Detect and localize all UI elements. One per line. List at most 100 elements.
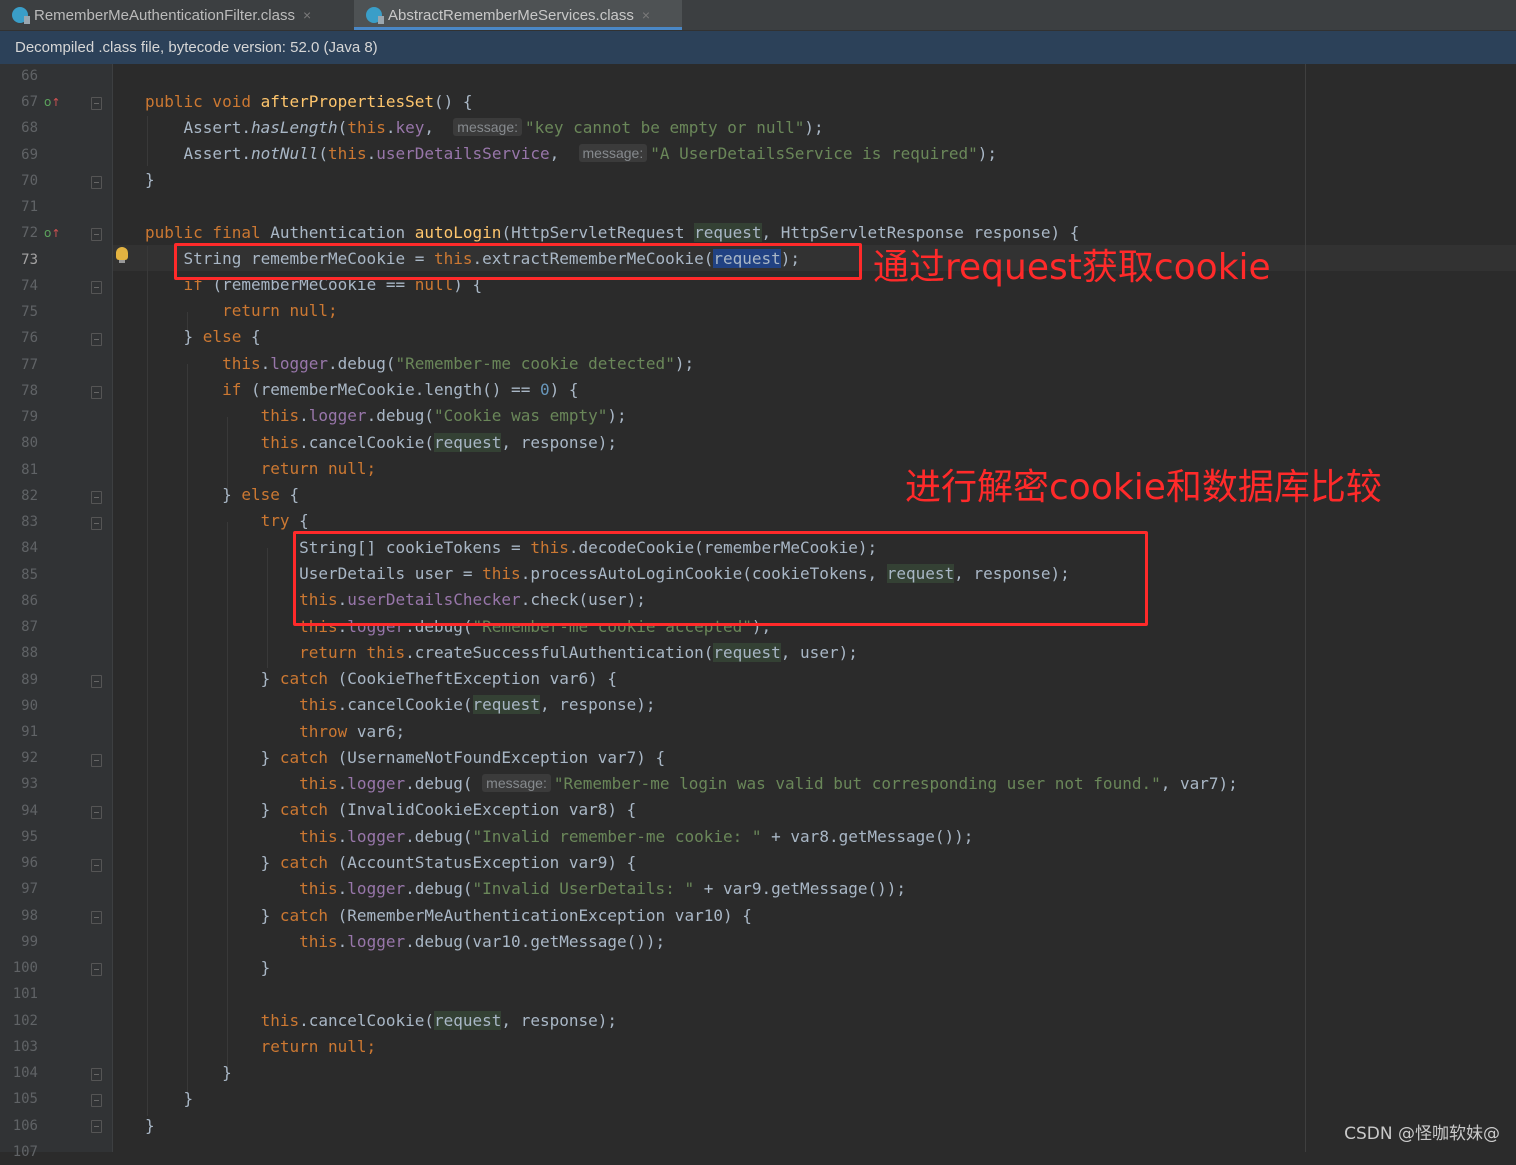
code-line: } catch (RememberMeAuthenticationExcepti… [145, 906, 752, 925]
line-number: 83 [21, 514, 38, 530]
code-line: } catch (CookieTheftException var6) { [145, 669, 618, 688]
line-number: 89 [21, 672, 38, 688]
line-number: 77 [21, 357, 38, 373]
line-number: 101 [12, 986, 38, 1002]
fold-marker-icon[interactable] [91, 675, 102, 688]
line-number: 76 [21, 330, 38, 346]
code-line: this.logger.debug( message: "Remember-me … [299, 774, 1238, 793]
tab-label: AbstractRememberMeServices.class [388, 6, 634, 24]
line-number: 99 [21, 934, 38, 950]
line-number: 69 [21, 147, 38, 163]
line-number: 87 [21, 619, 38, 635]
fold-marker-icon[interactable] [91, 1068, 102, 1081]
close-icon[interactable]: × [303, 7, 311, 23]
annotation-box-extract-cookie [174, 243, 862, 280]
parameter-hint: message: [453, 118, 522, 136]
parameter-hint: message: [482, 774, 551, 792]
fold-marker-icon[interactable] [91, 517, 102, 530]
line-number: 104 [12, 1065, 38, 1081]
line-number: 107 [12, 1144, 38, 1160]
watermark: CSDN @怪咖软妹@ [1344, 1124, 1500, 1144]
line-number: 84 [21, 540, 38, 556]
line-number: 92 [21, 750, 38, 766]
line-number: 88 [21, 645, 38, 661]
line-number: 103 [12, 1039, 38, 1055]
line-number: 94 [21, 803, 38, 819]
line-number: 100 [12, 960, 38, 976]
banner-text: Decompiled .class file, bytecode version… [15, 39, 378, 56]
annotation-box-decode-cookie [293, 531, 1148, 626]
implements-method-icon[interactable]: o↑ [44, 89, 61, 115]
code-line: } catch (UsernameNotFoundException var7)… [145, 748, 666, 767]
tab-remember-me-authentication-filter[interactable]: RememberMeAuthenticationFilter.class × [0, 0, 352, 30]
line-number: 79 [21, 409, 38, 425]
line-number: 96 [21, 855, 38, 871]
right-margin-guide [1305, 64, 1306, 1152]
line-number: 106 [12, 1118, 38, 1134]
code-line: try { [260, 511, 309, 530]
implements-method-icon[interactable]: o↑ [44, 220, 61, 246]
parameter-hint: message: [578, 144, 648, 162]
code-line: this.logger.debug(var10.getMessage()); [299, 932, 666, 951]
tab-abstract-remember-me-services[interactable]: AbstractRememberMeServices.class × [354, 0, 682, 30]
code-line: this.cancelCookie(request, response); [260, 1011, 618, 1030]
close-icon[interactable]: × [642, 7, 650, 23]
fold-marker-icon[interactable] [91, 1094, 102, 1107]
fold-marker-icon[interactable] [91, 806, 102, 819]
line-number: 68 [21, 120, 38, 136]
line-number: 67 [21, 94, 38, 110]
fold-marker-icon[interactable] [91, 491, 102, 504]
fold-marker-icon[interactable] [91, 963, 102, 976]
line-number: 86 [21, 593, 38, 609]
line-number: 95 [21, 829, 38, 845]
fold-marker-icon[interactable] [91, 1120, 102, 1133]
annotation-text-decode-cookie: 进行解密cookie和数据库比较 [905, 467, 1382, 508]
intention-bulb-icon[interactable] [116, 247, 128, 263]
line-number: 85 [21, 567, 38, 583]
fold-marker-icon[interactable] [91, 754, 102, 767]
code-line: this.cancelCookie(request, response); [299, 695, 656, 714]
line-number: 66 [21, 68, 38, 84]
code-line: Assert.hasLength(this.key, message: "key … [145, 118, 824, 137]
fold-marker-icon[interactable] [91, 911, 102, 924]
line-number: 102 [12, 1013, 38, 1029]
line-number: 82 [21, 488, 38, 504]
line-number: 80 [21, 435, 38, 451]
code-editor[interactable]: 66 67 68 69 70 71 72 73 74 75 76 77 78 79 80 81 82 83 84 85… [0, 64, 1516, 1160]
class-file-icon [12, 7, 30, 24]
code-line: return null; [260, 459, 377, 478]
code-line: return null; [222, 301, 338, 320]
fold-marker-icon[interactable] [91, 859, 102, 872]
code-line: } else { [145, 485, 300, 504]
code-line: throw var6; [299, 722, 406, 741]
fold-marker-icon[interactable] [91, 228, 102, 241]
code-line: return null; [260, 1037, 377, 1056]
class-file-icon [366, 7, 384, 24]
code-line: Assert.notNull(this.userDetailsService, … [145, 144, 997, 163]
fold-marker-icon[interactable] [91, 281, 102, 294]
tab-label: RememberMeAuthenticationFilter.class [34, 6, 295, 24]
fold-marker-icon[interactable] [91, 97, 102, 110]
gutter-separator [112, 64, 113, 1152]
fold-marker-icon[interactable] [91, 176, 102, 189]
fold-marker-icon[interactable] [91, 386, 102, 399]
decompiled-info-banner: Decompiled .class file, bytecode version… [0, 31, 1516, 64]
line-number: 74 [21, 278, 38, 294]
code-line: public void afterPropertiesSet() { [145, 92, 473, 111]
code-line: } [145, 958, 271, 977]
fold-marker-icon[interactable] [91, 333, 102, 346]
code-line: this.logger.debug("Invalid UserDetails: … [299, 879, 907, 898]
line-number: 98 [21, 908, 38, 924]
code-line: } [145, 170, 155, 189]
line-number: 105 [12, 1091, 38, 1107]
code-line: } [145, 1063, 232, 1082]
code-line: } catch (AccountStatusException var9) { [145, 853, 637, 872]
code-line: this.logger.debug("Remember-me cookie de… [222, 354, 695, 373]
line-number: 90 [21, 698, 38, 714]
line-number: 91 [21, 724, 38, 740]
code-line: this.logger.debug("Invalid remember-me c… [299, 827, 974, 846]
annotation-text-extract-cookie: 通过request获取cookie [873, 247, 1271, 288]
line-number: 71 [21, 199, 38, 215]
code-line: this.cancelCookie(request, response); [260, 433, 618, 452]
code-line: } else { [145, 327, 261, 346]
